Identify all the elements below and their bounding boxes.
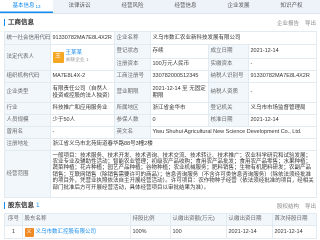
approved-value: 2021-12-14 [249,115,317,127]
company-type-label: 企业类型 [5,83,51,103]
tab-basic-info[interactable]: 基本信息13 [0,0,53,13]
table-row-index: 1 [5,226,23,239]
insured-value: 0 [151,115,209,127]
tax-qualification-label: 纳税人资质 [209,83,249,103]
shareholders-title-text: 股东信息 [8,202,34,209]
founded-value: 2021-12-14 [249,45,317,59]
term-value: 2021-12-14 至 无固定期限 [151,83,209,103]
column-header-first-date: 首次持股日期 [273,214,317,226]
status-label: 登记状态 [115,45,151,59]
org-code-label: 组织机构代码 [5,71,51,83]
tab-development[interactable]: 企业发展 [212,0,265,13]
status-value: 存续 [151,45,209,59]
region-value: 浙江省金华市 [151,103,209,115]
export-button[interactable]: 导出 [305,19,316,27]
tab-business-info[interactable]: 经营信息 [159,0,212,13]
tab-ip[interactable]: 知识产权 [265,0,318,13]
business-info-title: 工商信息 [4,19,34,26]
tab-legal-litigation[interactable]: 法律诉讼 [53,0,106,13]
tab-bar: 基本信息13 法律诉讼 经营风险 经营信息 企业发展 知识产权 [0,0,320,14]
address-value: 浙江省义乌市北苑街道春华路88号3幢2楼 [51,139,317,151]
tab-label: 基本信息 [12,3,35,9]
legal-rep-avatar[interactable]: 王 [52,52,64,63]
english-name-label: 英文名 [115,127,151,139]
company-name-label: 企业名称 [115,32,151,45]
shareholders-export-button[interactable]: 导出 [305,202,316,210]
tax-id-value: 91330782MA7E8L4X2R [249,71,317,83]
former-name-label: 曾用名 [5,127,51,139]
founded-label: 成立日期 [209,45,249,59]
shareholder-ratio: 100% [131,226,171,239]
shareholder-name-cell: 义 义乌市数汇控股有限公司 [23,226,131,239]
shareholder-amount: 100 [171,226,227,239]
paid-capital-value: - [249,59,317,71]
shareholders-count: 1 [36,202,40,209]
approved-label: 核准日期 [209,115,249,127]
insured-label: 参保人数 [115,115,151,127]
paid-capital-label: 实缴资本 [209,59,249,71]
scope-value: 一般项目：技术服务、技术开发、技术咨询、技术交流、技术转让、技术推广；农业科学研… [51,151,317,198]
authority-label: 登记机关 [209,103,249,115]
column-header-ratio: 持股比例 [131,214,171,226]
shareholders-table: 序号 股东名称 持股比例 认缴出资额(万元) 认缴出资日期 首次持股日期 1 义… [4,213,317,239]
reg-no-label: 工商注册号 [115,71,151,83]
shareholders-title: 股东信息 1 [4,202,40,209]
shareholder-first-date: 2021-12-14 [273,226,317,239]
column-header-index: 序号 [5,214,23,226]
authority-value: 义乌市市场监督管理局 [249,103,317,115]
company-type-value: 有限责任公司（自然人投资或控股的法人独资） [51,83,115,103]
equity-structure-button[interactable]: 股权结构 [277,202,299,210]
reg-no-value: 330782000512345 [151,71,209,83]
business-info-header: 工商信息 企业报告 导出 [4,16,316,29]
org-code-value: MA7E8L4X-2 [51,71,115,83]
shareholders-header: 股东信息 1 股权结构 导出 [4,199,316,212]
reg-capital-label: 注册资本 [115,59,151,71]
english-name-value: Yiwu Shuhui Agricultural New Science Dev… [151,127,317,139]
tab-business-risk[interactable]: 经营风险 [106,0,159,13]
credit-code-label: 统一社会信用代码 [5,32,51,45]
scope-label: 经营范围 [5,151,51,198]
industry-value: 科技推广和应用服务业 [51,103,115,115]
industry-label: 行业 [5,103,51,115]
region-label: 所属地区 [115,103,151,115]
shareholder-logo[interactable]: 义 [24,227,34,237]
shareholder-subscribe-date: 2021-12-14 [227,226,273,239]
column-header-name: 股东名称 [23,214,131,226]
column-header-amount: 认缴出资额(万元) [171,214,227,226]
business-info-actions: 企业报告 导出 [277,19,316,27]
legal-rep-cell: 王 王某某 关联企业 1 [51,45,115,71]
legal-rep-text: 王某某 关联企业 1 [66,50,89,64]
shareholder-name-link[interactable]: 义乌市数汇控股有限公司 [36,229,97,235]
tab-count-badge: 13 [35,4,41,9]
address-label: 注册地址 [5,139,51,151]
legal-rep-label: 法定代表人 [5,45,51,71]
term-label: 营业期限 [115,83,151,103]
former-name-value: - [51,127,115,139]
staff-size-label: 人员规模 [5,115,51,127]
legal-rep-name-link[interactable]: 王某某 [66,50,89,56]
tax-id-label: 纳税人识别号 [209,71,249,83]
shareholders-actions: 股权结构 导出 [277,202,316,210]
business-info-table: 统一社会信用代码 91330782MA7E8L4X2R 企业名称 义乌市数汇农业… [4,31,317,198]
reg-capital-value: 100万元人民币 [151,59,209,71]
legal-rep-related-link[interactable]: 关联企业 1 [66,58,89,64]
report-button[interactable]: 企业报告 [277,19,299,27]
column-header-subscribe-date: 认缴出资日期 [227,214,273,226]
company-name-value: 义乌市数汇农业新科技发展有限公司 [151,32,317,45]
credit-code-value: 91330782MA7E8L4X2R [51,32,115,45]
tax-qualification-value: - [249,83,317,103]
staff-size-value: 少于50人 [51,115,115,127]
